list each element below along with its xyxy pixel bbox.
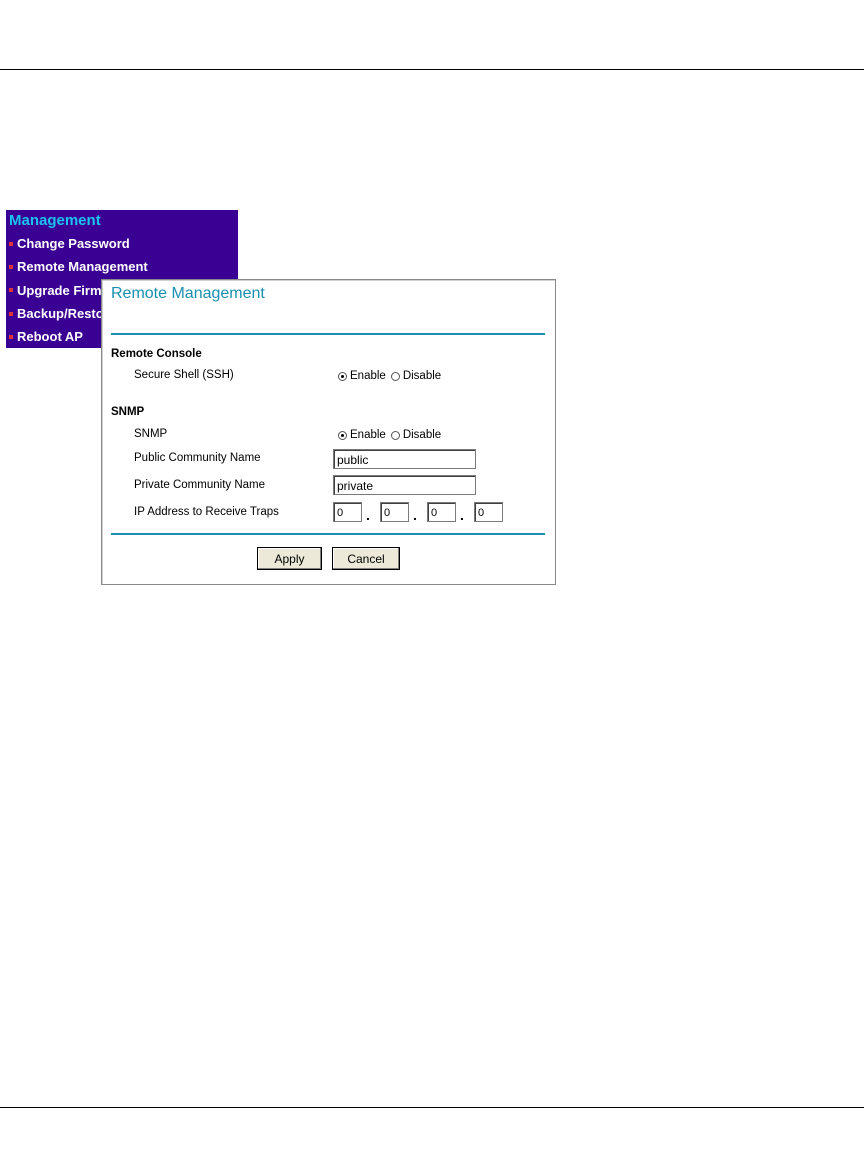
page-header-rule xyxy=(0,69,864,70)
menu-item-label: Reboot AP xyxy=(17,329,83,345)
trap-ip-octet-2[interactable] xyxy=(380,502,409,522)
trap-ip-octet-4[interactable] xyxy=(474,502,503,522)
trap-ip-octet-1[interactable] xyxy=(333,502,362,522)
apply-button[interactable]: Apply xyxy=(257,547,322,570)
title-divider xyxy=(111,333,545,335)
snmp-label: SNMP xyxy=(134,428,168,440)
menu-item-remote-management[interactable]: Remote Management xyxy=(6,255,238,278)
ip-separator: . xyxy=(366,507,370,523)
trap-ip-octet-3[interactable] xyxy=(427,502,456,522)
public-community-input[interactable] xyxy=(333,449,476,469)
ssh-label: Secure Shell (SSH) xyxy=(134,369,234,381)
menu-item-change-password[interactable]: Change Password xyxy=(6,232,238,255)
private-community-label: Private Community Name xyxy=(134,479,266,491)
snmp-radio-group: Enable Disable xyxy=(338,429,446,441)
bullet-icon xyxy=(9,334,13,339)
private-community-input[interactable] xyxy=(333,475,476,495)
menu-item-label: Upgrade Firm xyxy=(17,282,102,298)
public-community-label: Public Community Name xyxy=(134,452,261,464)
snmp-heading: SNMP xyxy=(111,406,145,418)
snmp-disable-label: Disable xyxy=(402,429,442,441)
bullet-icon xyxy=(9,264,13,269)
bullet-icon xyxy=(9,241,13,246)
buttons-divider xyxy=(111,533,545,535)
menu-item-label: Backup/Resto xyxy=(17,306,104,322)
panel-title: Remote Management xyxy=(111,285,265,302)
ssh-radio-group: Enable Disable xyxy=(338,370,446,382)
page-footer-rule xyxy=(0,1107,864,1108)
menu-item-label: Remote Management xyxy=(17,259,148,275)
snmp-enable-label: Enable xyxy=(350,429,386,441)
bullet-icon xyxy=(9,311,13,316)
cancel-button[interactable]: Cancel xyxy=(332,547,400,570)
menu-item-label: Change Password xyxy=(17,236,130,252)
ssh-enable-label: Enable xyxy=(350,370,386,382)
ip-separator: . xyxy=(460,507,464,523)
bullet-icon xyxy=(9,288,13,293)
ssh-disable-radio[interactable] xyxy=(390,371,400,381)
snmp-enable-radio[interactable] xyxy=(338,430,347,440)
ip-separator: . xyxy=(413,507,417,523)
trap-ip-label: IP Address to Receive Traps xyxy=(134,506,279,518)
ssh-disable-label: Disable xyxy=(402,370,442,382)
management-menu-title: Management xyxy=(9,212,101,229)
remote-management-panel: Remote Management Remote Console Secure … xyxy=(101,279,556,585)
ssh-enable-radio[interactable] xyxy=(338,371,347,381)
snmp-disable-radio[interactable] xyxy=(390,430,400,440)
remote-console-heading: Remote Console xyxy=(111,348,202,360)
